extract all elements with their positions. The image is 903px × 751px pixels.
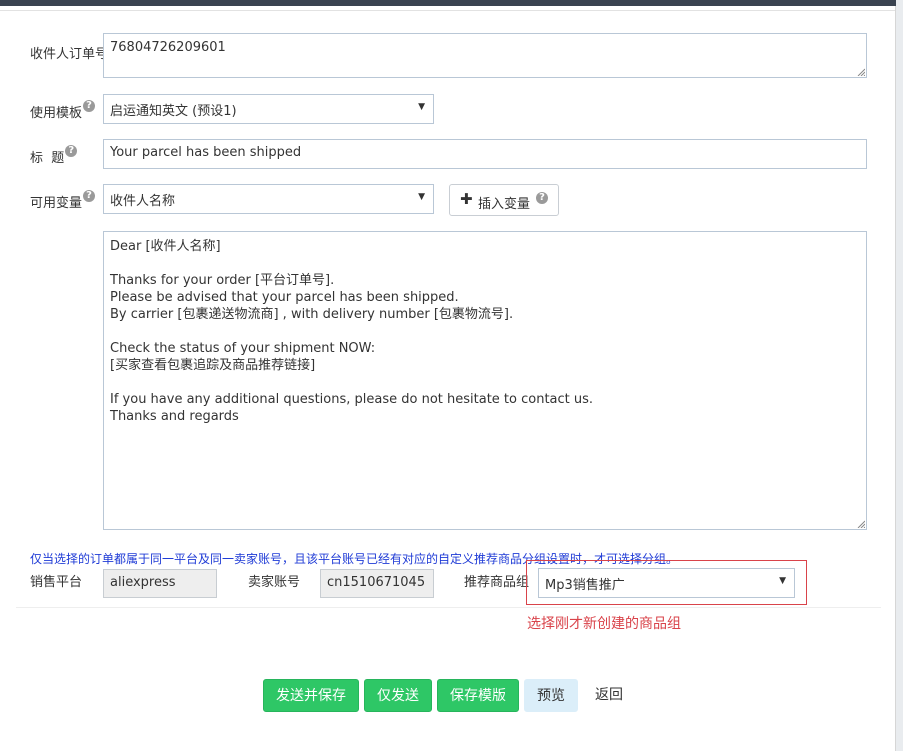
preview-button[interactable]: 预览: [524, 679, 578, 712]
template-label: 使用模板?: [30, 100, 96, 121]
seller-value: cn1510671045: [327, 575, 426, 590]
subject-value: Your parcel has been shipped: [110, 145, 302, 160]
dropdown-arrow-icon: ▼: [418, 102, 425, 112]
variables-label: 可用变量?: [30, 190, 96, 211]
background-page-edge: [896, 0, 903, 751]
variables-select[interactable]: 收件人名称 ▼: [103, 184, 434, 214]
message-body-line: Please be advised that your parcel has b…: [110, 290, 459, 305]
platform-label: 销售平台: [30, 575, 83, 590]
help-icon[interactable]: ?: [65, 145, 78, 157]
form-divider: [16, 607, 881, 608]
message-body-line: [110, 323, 593, 340]
send-and-save-button[interactable]: 发送并保存: [263, 679, 359, 712]
dropdown-arrow-icon: ▼: [418, 192, 425, 202]
message-body-line: Thanks and regards: [110, 409, 239, 424]
platform-input: aliexpress: [103, 569, 217, 598]
subject-label: 标 题?: [30, 145, 78, 166]
message-body-line: Dear [收件人名称]: [110, 239, 221, 254]
help-icon[interactable]: ?: [83, 100, 96, 112]
message-body-line: Check the status of your shipment NOW:: [110, 341, 376, 356]
insert-variable-label: 插入变量: [478, 197, 531, 212]
message-body-line: Thanks for your order [平台订单号].: [110, 273, 335, 288]
dialog-top-divider: [0, 10, 895, 11]
save-template-button[interactable]: 保存模版: [437, 679, 519, 712]
resize-handle-icon[interactable]: [857, 68, 865, 76]
message-body-line: [110, 374, 593, 391]
help-icon[interactable]: ?: [536, 192, 548, 204]
order-no-input[interactable]: 76804726209601: [103, 33, 867, 78]
order-no-value: 76804726209601: [110, 40, 226, 55]
annotation-highlight-box: [526, 560, 807, 605]
template-value: 启运通知英文 (预设1): [110, 104, 237, 119]
back-button[interactable]: 返回: [584, 679, 634, 712]
plus-icon: ✚: [460, 190, 473, 208]
insert-variable-button[interactable]: ✚ 插入变量 ?: [449, 184, 559, 216]
resize-handle-icon[interactable]: [857, 520, 865, 528]
seller-label: 卖家账号: [248, 575, 301, 590]
message-body-text: Dear [收件人名称] Thanks for your order [平台订单号…: [110, 238, 593, 425]
message-body-line: By carrier [包裹递送物流商] , with delivery num…: [110, 307, 514, 322]
group-label: 推荐商品组: [464, 575, 530, 590]
annotation-text: 选择刚才新创建的商品组: [527, 616, 681, 632]
variables-value: 收件人名称: [110, 194, 176, 209]
message-body-textarea[interactable]: Dear [收件人名称] Thanks for your order [平台订单号…: [103, 231, 867, 530]
help-icon[interactable]: ?: [83, 190, 96, 202]
template-select[interactable]: 启运通知英文 (预设1) ▼: [103, 94, 434, 124]
platform-value: aliexpress: [110, 575, 176, 590]
subject-input[interactable]: Your parcel has been shipped: [103, 139, 867, 169]
send-only-button[interactable]: 仅发送: [364, 679, 432, 712]
message-body-line: [买家查看包裹追踪及商品推荐链接]: [110, 358, 316, 373]
order-no-label: 收件人订单号: [30, 47, 109, 62]
message-body-line: If you have any additional questions, pl…: [110, 392, 594, 407]
message-body-line: [110, 255, 593, 272]
seller-input: cn1510671045: [320, 569, 434, 598]
